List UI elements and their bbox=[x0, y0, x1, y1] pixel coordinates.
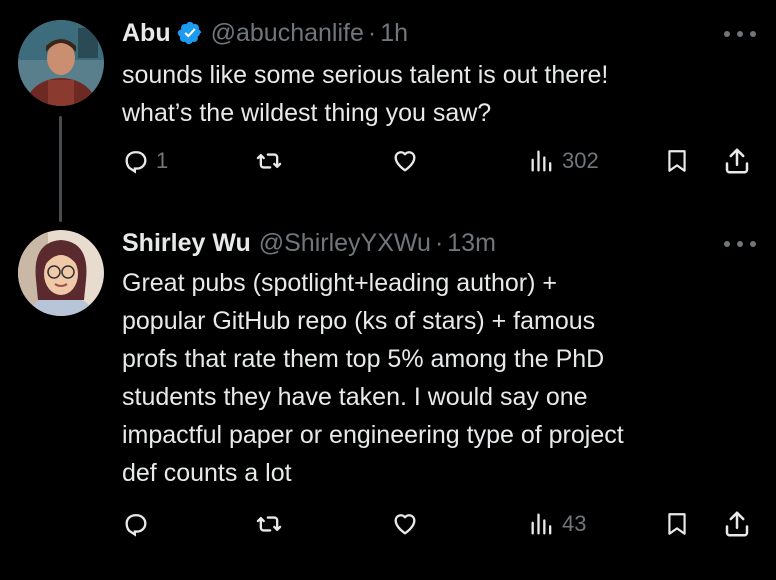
views-icon bbox=[531, 150, 552, 172]
heart-icon bbox=[394, 514, 416, 535]
avatar[interactable] bbox=[18, 230, 104, 316]
like-button[interactable] bbox=[390, 141, 426, 181]
retweet-icon bbox=[256, 516, 282, 532]
views-count: 43 bbox=[562, 511, 587, 536]
tweet-actions: 43 bbox=[0, 504, 776, 544]
views-icon bbox=[531, 513, 552, 535]
tweet-header: Shirley Wu @ShirleyYXWu · 13m bbox=[122, 228, 496, 258]
share-icon bbox=[725, 148, 749, 174]
separator-dot: · bbox=[434, 229, 444, 257]
reply-icon bbox=[125, 514, 147, 537]
tweet-text: sounds like some serious talent is out t… bbox=[122, 61, 609, 127]
heart-icon bbox=[394, 151, 416, 172]
share-button[interactable] bbox=[722, 504, 752, 544]
reply-icon bbox=[125, 151, 147, 174]
bookmark-button[interactable] bbox=[664, 504, 690, 544]
avatar[interactable] bbox=[18, 20, 104, 106]
share-icon bbox=[725, 511, 749, 537]
reply-button[interactable]: 1 bbox=[122, 141, 168, 181]
views-button[interactable]: 302 bbox=[528, 141, 599, 181]
reply-count: 1 bbox=[156, 148, 169, 173]
retweet-button[interactable] bbox=[254, 504, 290, 544]
user-handle[interactable]: @ShirleyYXWu bbox=[259, 228, 431, 258]
retweet-button[interactable] bbox=[254, 141, 290, 181]
views-count: 302 bbox=[562, 148, 599, 173]
tweet-actions: 1 302 bbox=[0, 141, 776, 181]
timestamp[interactable]: 1h bbox=[380, 18, 408, 48]
user-handle[interactable]: @abuchanlife bbox=[211, 18, 364, 48]
bookmark-icon bbox=[668, 513, 686, 535]
reply-button[interactable] bbox=[122, 504, 156, 544]
separator-dot: · bbox=[367, 19, 377, 47]
tweet-header: Abu @abuchanlife · 1h bbox=[122, 18, 408, 48]
bookmark-button[interactable] bbox=[664, 141, 690, 181]
like-button[interactable] bbox=[390, 504, 426, 544]
share-button[interactable] bbox=[722, 141, 752, 181]
verified-badge-icon bbox=[177, 21, 201, 45]
more-options-icon[interactable] bbox=[724, 28, 756, 40]
tweet-text: Great pubs (spotlight+leading author) + … bbox=[122, 269, 624, 487]
views-button[interactable]: 43 bbox=[528, 504, 586, 544]
display-name[interactable]: Shirley Wu bbox=[122, 228, 251, 258]
retweet-icon bbox=[256, 153, 282, 169]
display-name[interactable]: Abu bbox=[122, 18, 171, 48]
more-options-icon[interactable] bbox=[724, 238, 756, 250]
timestamp[interactable]: 13m bbox=[447, 228, 496, 258]
bookmark-icon bbox=[668, 150, 686, 172]
